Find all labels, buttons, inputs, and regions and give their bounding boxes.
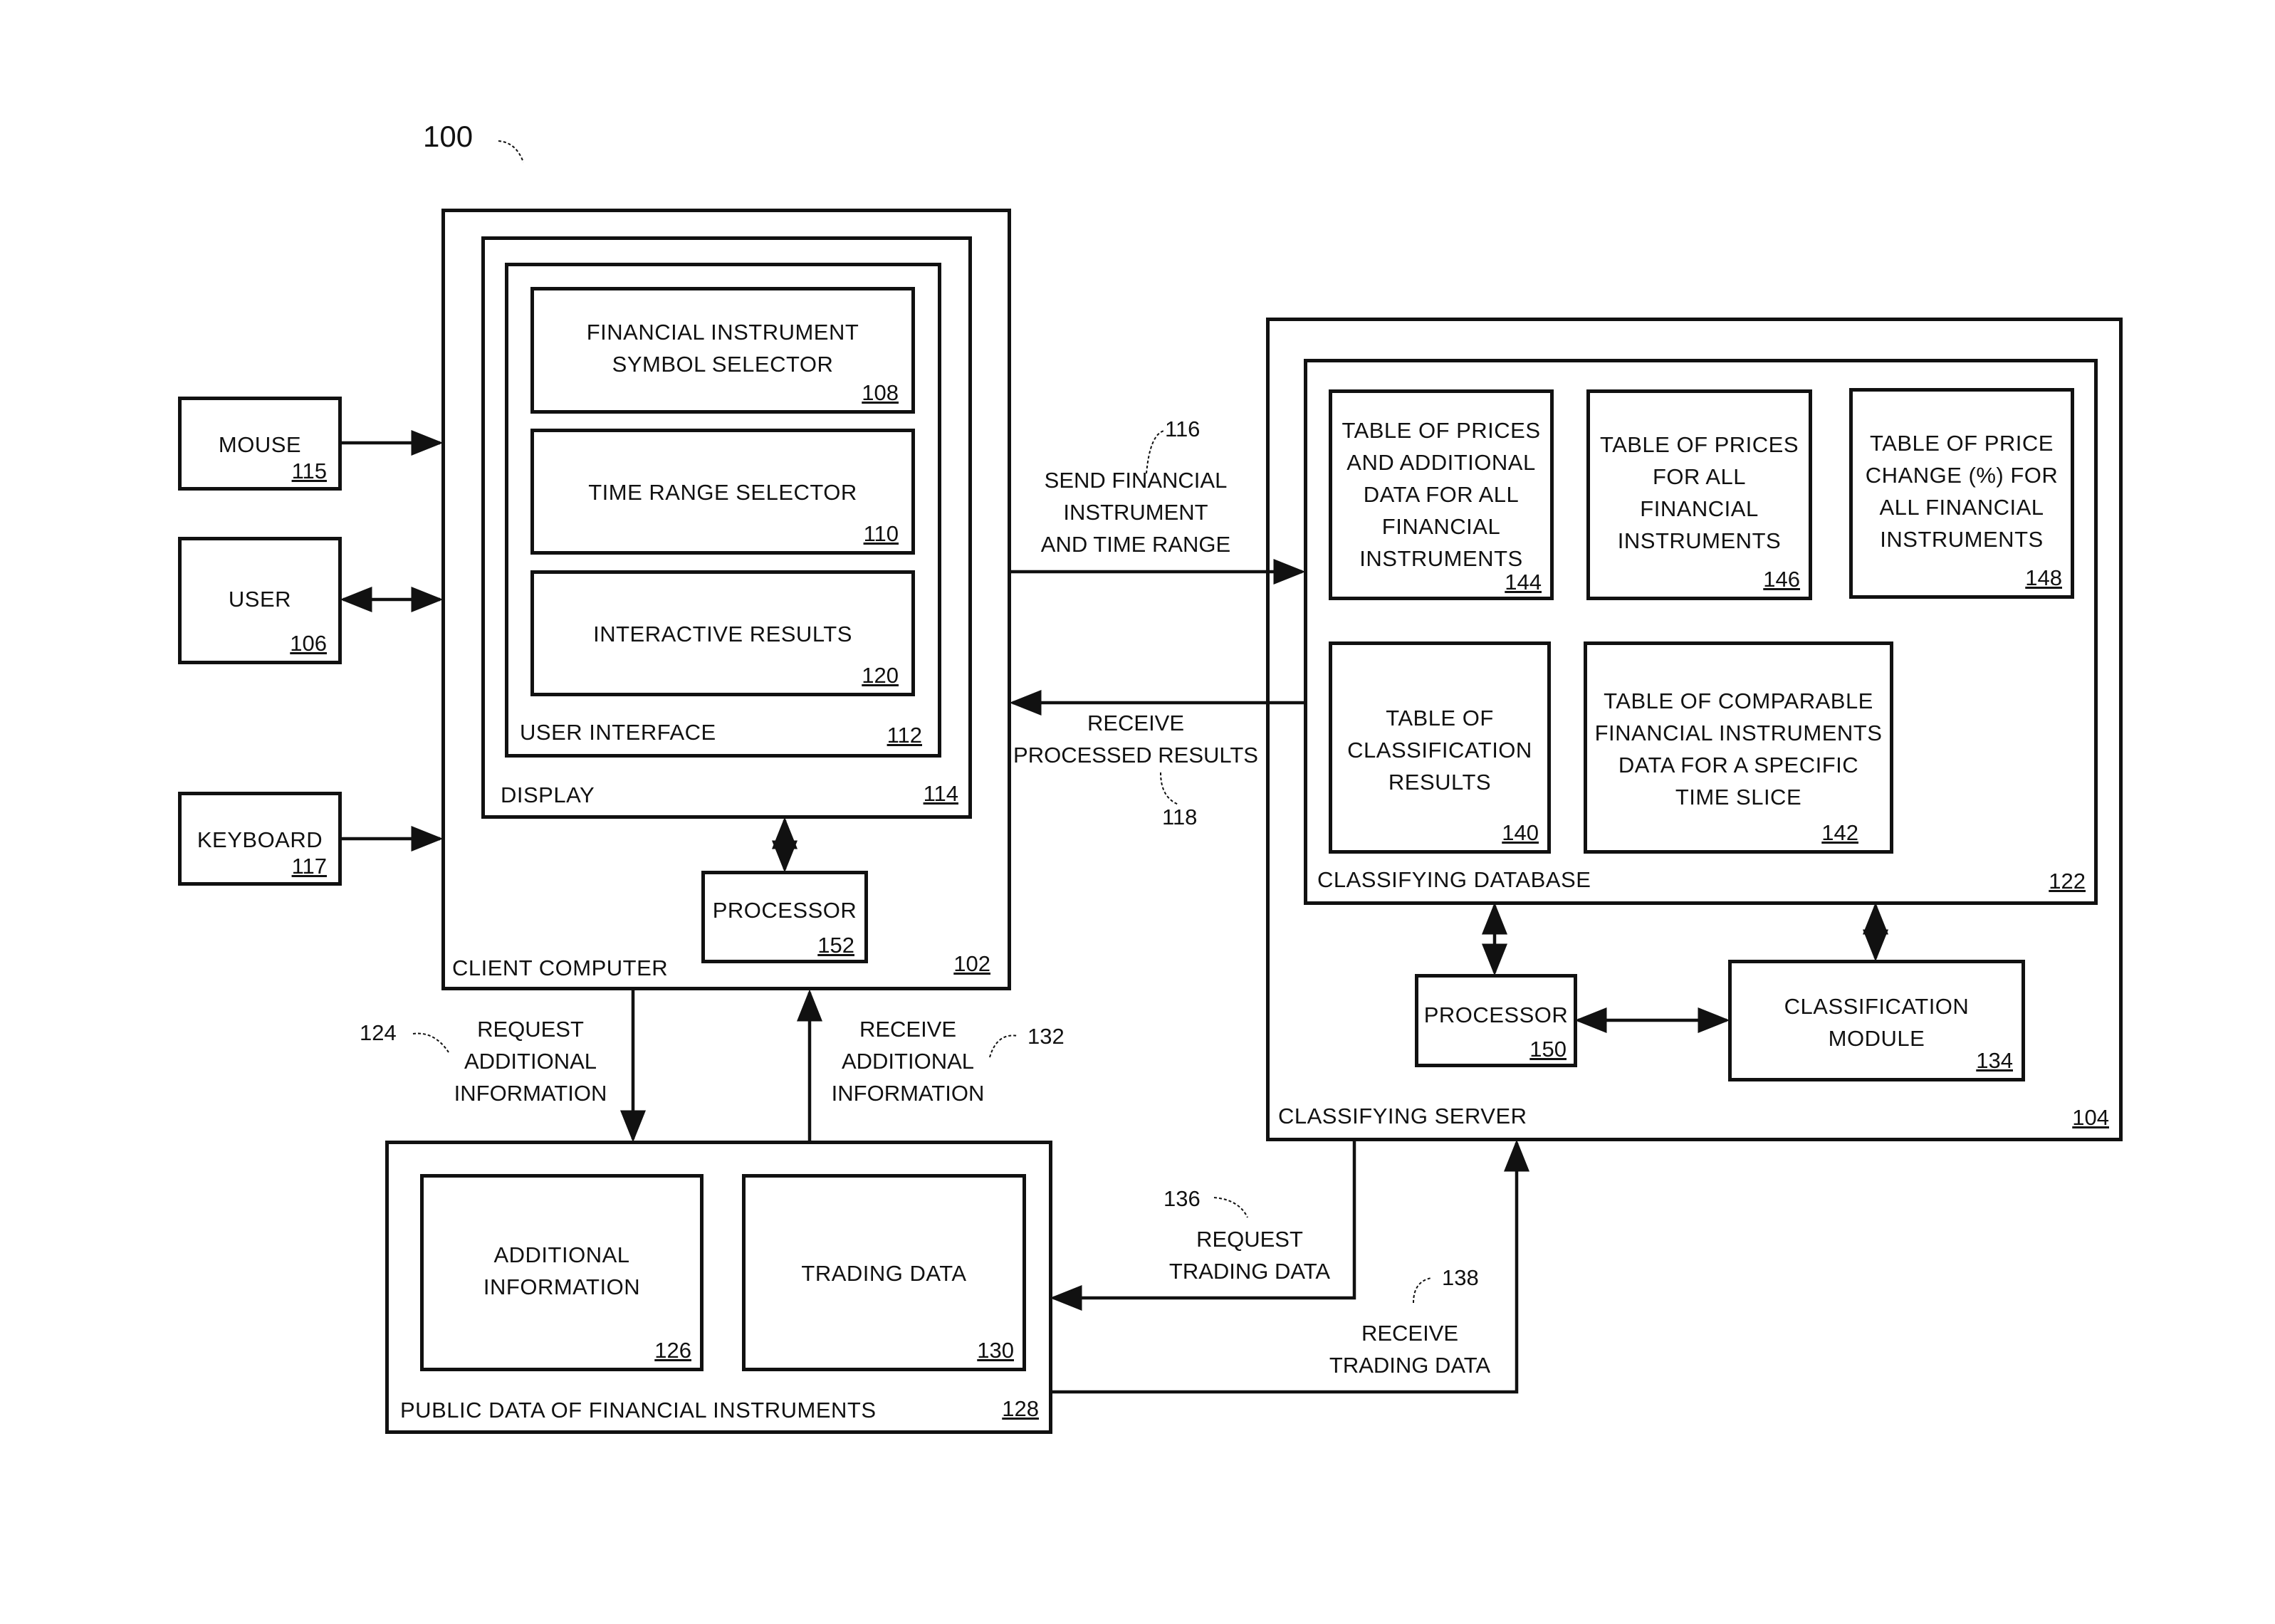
classifying-server-label: CLASSIFYING SERVER — [1278, 1104, 1527, 1128]
client-processor-label: PROCESSOR — [712, 898, 857, 923]
additional-information-ref: 126 — [654, 1338, 691, 1363]
leader-136 — [1213, 1197, 1248, 1218]
table-prices-additional-box: TABLE OF PRICES AND ADDITIONAL DATA FOR … — [1329, 389, 1554, 600]
receive-results-flow-ref: 118 — [1162, 805, 1198, 829]
additional-information-box: ADDITIONAL INFORMATION 126 — [420, 1174, 704, 1371]
table-prices-additional-label: TABLE OF PRICES AND ADDITIONAL DATA FOR … — [1342, 418, 1541, 571]
public-data-label: PUBLIC DATA OF FINANCIAL INSTRUMENTS — [400, 1398, 877, 1423]
display-ref: 114 — [923, 781, 958, 806]
request-additional-flow-label: REQUEST ADDITIONAL INFORMATION — [454, 1017, 607, 1106]
send-flow-label: SEND FINANCIAL INSTRUMENT AND TIME RANGE — [1040, 468, 1231, 557]
server-processor-label: PROCESSOR — [1423, 1002, 1569, 1027]
classification-module-ref: 134 — [1976, 1048, 2013, 1073]
classifying-server-ref: 104 — [2072, 1105, 2109, 1130]
classification-module-label: CLASSIFICATION MODULE — [1784, 994, 1970, 1051]
user-label: USER — [228, 587, 292, 612]
receive-additional-flow-label: RECEIVE ADDITIONAL INFORMATION — [831, 1017, 985, 1106]
classification-module-box: CLASSIFICATION MODULE 134 — [1728, 960, 2025, 1081]
symbol-selector-label: FINANCIAL INSTRUMENT SYMBOL SELECTOR — [586, 320, 859, 377]
user-interface-ref: 112 — [887, 723, 922, 748]
receive-additional-flow-ref: 132 — [1027, 1024, 1065, 1049]
table-prices-box: TABLE OF PRICES FOR ALL FINANCIAL INSTRU… — [1586, 389, 1812, 600]
table-price-change-box: TABLE OF PRICE CHANGE (%) FOR ALL FINANC… — [1849, 388, 2074, 599]
user-box: USER 106 — [178, 537, 342, 664]
keyboard-box: KEYBOARD 117 — [178, 792, 342, 886]
table-classification-box: TABLE OF CLASSIFICATION RESULTS 140 — [1329, 641, 1551, 854]
symbol-selector-ref: 108 — [862, 380, 899, 405]
display-label: DISPLAY — [501, 782, 595, 807]
interactive-results-label: INTERACTIVE RESULTS — [593, 622, 852, 646]
time-range-selector-ref: 110 — [863, 521, 899, 546]
receive-trading-flow-label: RECEIVE TRADING DATA — [1329, 1321, 1491, 1378]
client-computer-label: CLIENT COMPUTER — [452, 955, 669, 980]
figure-number: 100 — [423, 120, 474, 153]
additional-information-label: ADDITIONAL INFORMATION — [483, 1242, 641, 1299]
table-comparable-label: TABLE OF COMPARABLE FINANCIAL INSTRUMENT… — [1594, 688, 1883, 810]
trading-data-ref: 130 — [977, 1338, 1014, 1363]
request-trading-flow-ref: 136 — [1163, 1186, 1201, 1211]
receive-trading-flow-ref: 138 — [1442, 1265, 1479, 1290]
interactive-results-ref: 120 — [862, 663, 899, 688]
request-trading-flow-label: REQUEST TRADING DATA — [1168, 1227, 1331, 1284]
keyboard-ref: 117 — [291, 854, 327, 879]
leader-138 — [1413, 1277, 1432, 1304]
client-processor-ref: 152 — [817, 933, 854, 958]
trading-data-label: TRADING DATA — [801, 1261, 967, 1286]
user-interface-label: USER INTERFACE — [520, 720, 716, 745]
table-comparable-box: TABLE OF COMPARABLE FINANCIAL INSTRUMENT… — [1584, 641, 1893, 854]
table-price-change-ref: 148 — [2025, 565, 2062, 590]
keyboard-label: KEYBOARD — [197, 827, 323, 852]
mouse-ref: 115 — [291, 459, 327, 483]
interactive-results-box[interactable]: INTERACTIVE RESULTS 120 — [530, 570, 915, 696]
public-data-ref: 128 — [1002, 1396, 1039, 1421]
server-processor-box: PROCESSOR 150 — [1415, 974, 1577, 1067]
table-prices-ref: 146 — [1763, 567, 1800, 592]
user-ref: 106 — [290, 631, 327, 656]
table-prices-label: TABLE OF PRICES FOR ALL FINANCIAL INSTRU… — [1599, 432, 1799, 553]
leader-100 — [498, 140, 524, 163]
trading-data-box: TRADING DATA 130 — [742, 1174, 1026, 1371]
classifying-database-ref: 122 — [2049, 869, 2086, 894]
leader-118 — [1160, 772, 1179, 805]
server-processor-ref: 150 — [1529, 1037, 1567, 1062]
request-additional-flow-ref: 124 — [360, 1020, 397, 1045]
receive-results-flow-label: RECEIVE PROCESSED RESULTS — [1013, 711, 1258, 768]
time-range-selector-box[interactable]: TIME RANGE SELECTOR 110 — [530, 429, 915, 555]
table-prices-additional-ref: 144 — [1505, 570, 1542, 594]
mouse-label: MOUSE — [218, 432, 302, 457]
client-computer-ref: 102 — [953, 951, 990, 976]
mouse-box: MOUSE 115 — [178, 397, 342, 491]
client-processor-box: PROCESSOR 152 — [701, 871, 868, 963]
table-classification-ref: 140 — [1502, 820, 1539, 845]
table-classification-label: TABLE OF CLASSIFICATION RESULTS — [1347, 706, 1532, 795]
send-flow-ref: 116 — [1165, 417, 1201, 441]
classifying-database-label: CLASSIFYING DATABASE — [1317, 867, 1591, 892]
time-range-selector-label: TIME RANGE SELECTOR — [588, 480, 857, 505]
table-price-change-label: TABLE OF PRICE CHANGE (%) FOR ALL FINANC… — [1865, 431, 2059, 552]
symbol-selector-box[interactable]: FINANCIAL INSTRUMENT SYMBOL SELECTOR 108 — [530, 287, 915, 414]
table-comparable-ref: 142 — [1821, 820, 1858, 845]
